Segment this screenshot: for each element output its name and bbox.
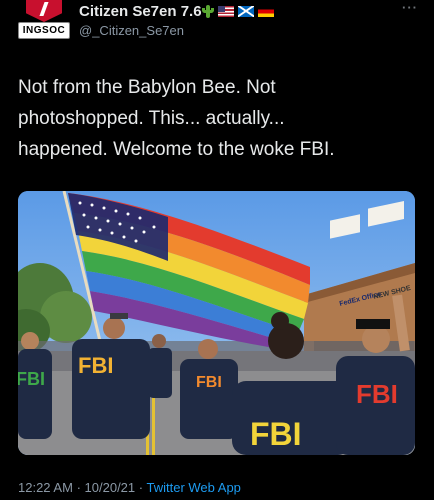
tweet-time[interactable]: 12:22 AM bbox=[18, 480, 73, 495]
avatar-label: INGSOC bbox=[18, 22, 70, 39]
flag-us-icon bbox=[218, 5, 234, 17]
avatar-emblem-mark bbox=[39, 2, 62, 16]
tweet-text-line: happened. Welcome to the woke FBI. bbox=[18, 139, 335, 160]
flag-scotland-icon bbox=[238, 5, 254, 17]
shirt-label: FBI bbox=[356, 379, 398, 409]
tweet-text: Not from the Babylon Bee. Not photoshopp… bbox=[18, 72, 418, 165]
tweet-source-app[interactable]: Twitter Web App bbox=[147, 480, 241, 495]
avatar[interactable]: INGSOC bbox=[18, 0, 70, 40]
tweet: INGSOC Citizen Se7en 7.6 @_Citizen_Se7en… bbox=[0, 0, 434, 500]
avatar-emblem bbox=[26, 0, 62, 22]
more-options-icon[interactable]: ··· bbox=[402, 0, 418, 15]
tweet-header: INGSOC Citizen Se7en 7.6 @_Citizen_Se7en… bbox=[18, 0, 418, 44]
cactus-icon bbox=[202, 4, 214, 18]
name-badges bbox=[202, 4, 274, 18]
tweet-photo[interactable]: FedEx Office NEW SHOE FBI FBI FBI FBI FB… bbox=[18, 191, 415, 455]
photo-scene: FedEx Office NEW SHOE FBI FBI FBI FBI FB… bbox=[18, 191, 415, 455]
meta-separator: · bbox=[76, 480, 81, 495]
shirt-label: FBI bbox=[196, 374, 222, 391]
author-name[interactable]: Citizen Se7en 7.6 bbox=[79, 3, 202, 20]
flag-germany-icon bbox=[258, 5, 274, 17]
tweet-date[interactable]: 10/20/21 bbox=[85, 480, 136, 495]
shirt-label: FBI bbox=[250, 416, 302, 452]
shirt-label: FBI bbox=[78, 353, 113, 378]
tweet-meta: 12:22 AM · 10/20/21 · Twitter Web App bbox=[18, 480, 241, 495]
tweet-text-line: photoshopped. This... actually... bbox=[18, 108, 285, 129]
shirt-label: FBI bbox=[18, 369, 45, 389]
author-handle[interactable]: @_Citizen_Se7en bbox=[79, 23, 184, 38]
tweet-text-line: Not from the Babylon Bee. Not bbox=[18, 77, 276, 98]
meta-separator: · bbox=[138, 480, 144, 495]
